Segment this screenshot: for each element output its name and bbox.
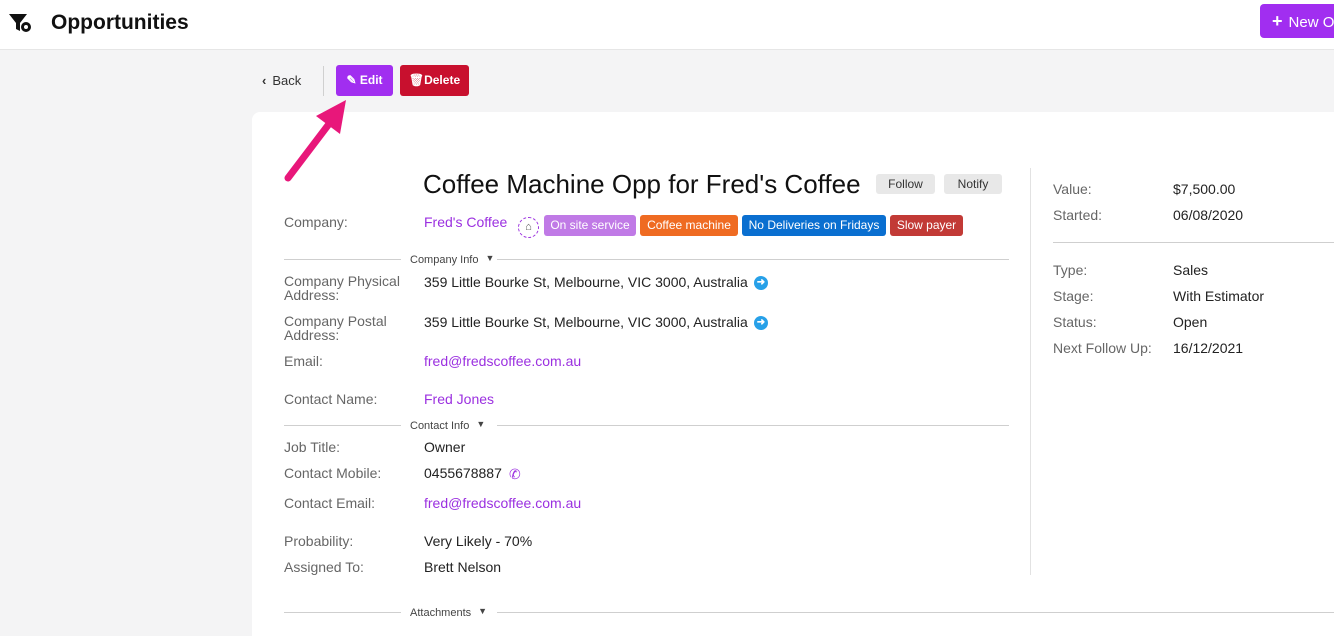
status-value: Open [1173,314,1208,330]
company-label: Company: [284,214,348,230]
tag-icon[interactable]: ⌂ [518,217,539,238]
notify-button[interactable]: Notify [944,174,1002,194]
divider [284,259,401,260]
status-label: Status: [1053,314,1097,330]
map-pin-icon[interactable]: ➜ [754,276,768,290]
tag-coffee-machine[interactable]: Coffee machine [640,215,738,236]
contact-info-label: Contact Info [410,420,470,432]
probability-label: Probability: [284,533,354,549]
type-value: Sales [1173,262,1209,278]
job-title-label: Job Title: [284,439,341,455]
postal-address-label: Company Postal Address: [284,313,387,343]
top-bar: Opportunities + New O [0,0,1334,50]
contact-name-label: Contact Name: [284,391,378,407]
new-button-label: New O [1288,14,1334,31]
next-follow-up-label: Next Follow Up: [1053,340,1152,356]
value-amount: $7,500.00 [1173,181,1236,197]
edit-button[interactable]: ✎ Edit [336,65,393,96]
caret-down-icon: ▼ [476,419,486,429]
opportunity-title: Coffee Machine Opp for Fred's Coffee [423,169,861,199]
divider [497,612,1334,613]
attachments-toggle[interactable]: Attachments ▼ [410,606,488,619]
new-opportunity-button[interactable]: + New O [1260,4,1334,38]
phone-icon[interactable]: ✆ [509,466,521,483]
contact-mobile-value: 0455678887 [424,465,502,481]
divider [497,425,1009,426]
assigned-to-label: Assigned To: [284,559,364,575]
contact-name-link[interactable]: Fred Jones [424,391,494,407]
divider [323,66,324,96]
value-label: Value: [1053,181,1092,197]
tag-on-site-service[interactable]: On site service [544,215,636,236]
tag-no-deliveries-fridays[interactable]: No Deliveries on Fridays [742,215,886,236]
company-info-label: Company Info [410,254,479,266]
next-follow-up-value: 16/12/2021 [1173,340,1244,356]
divider [284,612,401,613]
map-pin-icon[interactable]: ➜ [754,316,768,330]
caret-down-icon: ▼ [478,606,488,616]
type-label: Type: [1053,262,1088,278]
divider [497,259,1009,260]
stage-label: Stage: [1053,288,1094,304]
stage-value: With Estimator [1173,288,1265,304]
email-link[interactable]: fred@fredscoffee.com.au [424,353,581,369]
back-label: Back [272,73,302,88]
contact-info-toggle[interactable]: Contact Info ▼ [410,419,486,432]
annotation-arrow [284,100,346,182]
caret-down-icon: ▼ [485,253,495,263]
tag-slow-payer[interactable]: Slow payer [890,215,963,236]
physical-address-label: Company Physical Address: [284,273,400,303]
delete-label: Delete [424,73,461,87]
page-title: Opportunities [51,11,189,34]
assigned-to-value: Brett Nelson [424,559,502,575]
delete-button[interactable]: 🗑Delete [400,65,469,96]
funnel-icon[interactable] [8,12,32,34]
divider [1053,242,1334,243]
job-title-value: Owner [424,439,466,455]
divider [284,425,401,426]
contact-email-link[interactable]: fred@fredscoffee.com.au [424,495,581,511]
email-label: Email: [284,353,323,369]
trash-icon: 🗑 [408,73,425,87]
edit-label: Edit [359,73,383,87]
started-date: 06/08/2020 [1173,207,1244,223]
physical-address-value: 359 Little Bourke St, Melbourne, VIC 300… [424,274,748,290]
company-info-toggle[interactable]: Company Info ▼ [410,253,495,266]
attachments-label: Attachments [410,607,472,619]
started-label: Started: [1053,207,1103,223]
contact-email-label: Contact Email: [284,495,376,511]
company-link[interactable]: Fred's Coffee [424,214,507,230]
probability-value: Very Likely - 70% [424,533,533,549]
plus-icon: + [1272,11,1283,31]
panel-divider [1030,168,1031,575]
postal-address-value: 359 Little Bourke St, Melbourne, VIC 300… [424,314,748,330]
back-button[interactable]: ‹ Back [262,73,301,88]
edit-icon: ✎ [346,73,357,87]
follow-button[interactable]: Follow [876,174,935,194]
chevron-left-icon: ‹ [262,73,267,88]
contact-mobile-label: Contact Mobile: [284,465,382,481]
